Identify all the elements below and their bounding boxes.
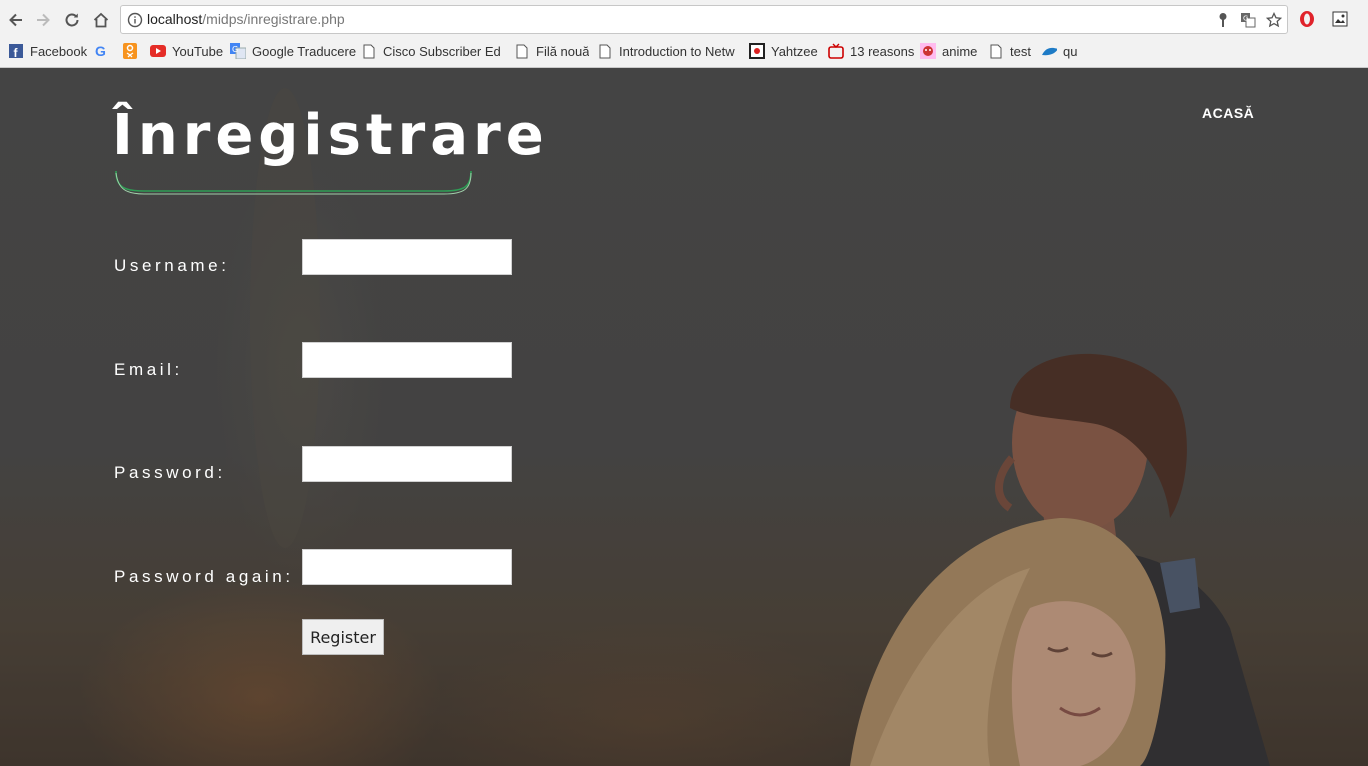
bookmark-youtube[interactable]: YouTube (150, 40, 223, 62)
bookmark-cisco[interactable]: Cisco Subscriber Edge (361, 40, 501, 62)
page-title: Înregistrare (112, 103, 549, 168)
password-label: Password: (114, 463, 226, 482)
odnoklassniki-icon (122, 43, 138, 59)
bookmark-odnoklassniki[interactable] (122, 40, 144, 62)
svg-text:G: G (232, 45, 238, 54)
bookmark-fila-noua[interactable]: Filă nouă (514, 40, 589, 62)
url-host: localhost (147, 11, 203, 27)
page-icon (514, 43, 530, 59)
password-again-label: Password again: (114, 567, 294, 586)
username-input[interactable] (302, 239, 512, 275)
page-icon (597, 43, 613, 59)
info-icon[interactable] (127, 12, 143, 33)
url-text[interactable]: localhost/midps/inregistrare.php (147, 11, 345, 27)
opera-icon[interactable] (1296, 8, 1318, 30)
google-icon: G (94, 43, 110, 59)
address-bar[interactable]: localhost/midps/inregistrare.php G (120, 5, 1288, 34)
wave-icon (1041, 43, 1057, 59)
password-input[interactable] (302, 446, 512, 482)
translate-icon[interactable]: G (1240, 12, 1256, 33)
bookmark-label: test (1010, 43, 1031, 59)
svg-text:G: G (1243, 15, 1248, 23)
home-icon (93, 12, 109, 28)
bookmark-qu[interactable]: qu (1041, 40, 1077, 62)
username-label: Username: (114, 256, 230, 275)
email-input[interactable] (302, 342, 512, 378)
bookmarks-bar: f Facebook G YouTube G Google Traducere … (0, 40, 1368, 62)
reload-icon (65, 13, 79, 27)
bookmark-label: Filă nouă (536, 43, 590, 59)
google-translate-icon: G (230, 43, 246, 59)
yahtzee-icon (749, 43, 765, 59)
extension-icon[interactable] (1329, 8, 1351, 30)
bookmark-introduction[interactable]: Introduction to Netw (597, 40, 737, 62)
password-again-input[interactable] (302, 549, 512, 585)
bookmark-google-translate[interactable]: G Google Traducere (230, 40, 356, 62)
bookmark-label: qu (1063, 43, 1078, 59)
register-button[interactable]: Register (302, 619, 384, 655)
bookmark-yahtzee[interactable]: Yahtzee (749, 40, 818, 62)
bookmark-label: anime (942, 43, 978, 59)
bookmark-label: Yahtzee (771, 43, 818, 59)
bookmark-google[interactable]: G (94, 40, 116, 62)
bookmark-test[interactable]: test (988, 40, 1031, 62)
facebook-icon: f (8, 43, 24, 59)
anime-icon (920, 43, 936, 59)
bookmark-facebook[interactable]: f Facebook (8, 40, 87, 62)
star-icon[interactable] (1265, 11, 1283, 33)
svg-text:G: G (95, 44, 106, 58)
page-icon (361, 43, 377, 59)
email-label: Email: (114, 360, 183, 379)
arrow-left-icon (9, 13, 22, 27)
bookmark-label: 13 reasons (850, 43, 915, 59)
forward-button[interactable] (31, 8, 55, 32)
tv-icon (828, 43, 844, 59)
bookmark-label: Google Traducere (252, 43, 357, 59)
reload-button[interactable] (60, 8, 84, 32)
title-underline (115, 170, 472, 195)
nav-home-link[interactable]: ACASĂ (1202, 105, 1254, 121)
browser-chrome: localhost/midps/inregistrare.php G f Fac… (0, 0, 1368, 68)
bookmark-label: YouTube (172, 43, 224, 59)
arrow-right-icon (37, 13, 50, 27)
youtube-icon (150, 43, 166, 59)
page-icon (988, 43, 1004, 59)
back-button[interactable] (4, 8, 28, 32)
bookmark-label: Facebook (30, 43, 88, 59)
bookmark-13-reasons[interactable]: 13 reasons (828, 40, 914, 62)
bookmark-label: Cisco Subscriber Edge (383, 43, 501, 59)
home-button[interactable] (89, 8, 113, 32)
bookmark-anime[interactable]: anime (920, 40, 977, 62)
key-icon[interactable] (1216, 12, 1230, 33)
bookmark-label: Introduction to Netw (619, 43, 735, 59)
page-content: Înregistrare ACASĂ Username: Email: Pass… (0, 68, 1368, 766)
url-path: /midps/inregistrare.php (202, 11, 345, 27)
